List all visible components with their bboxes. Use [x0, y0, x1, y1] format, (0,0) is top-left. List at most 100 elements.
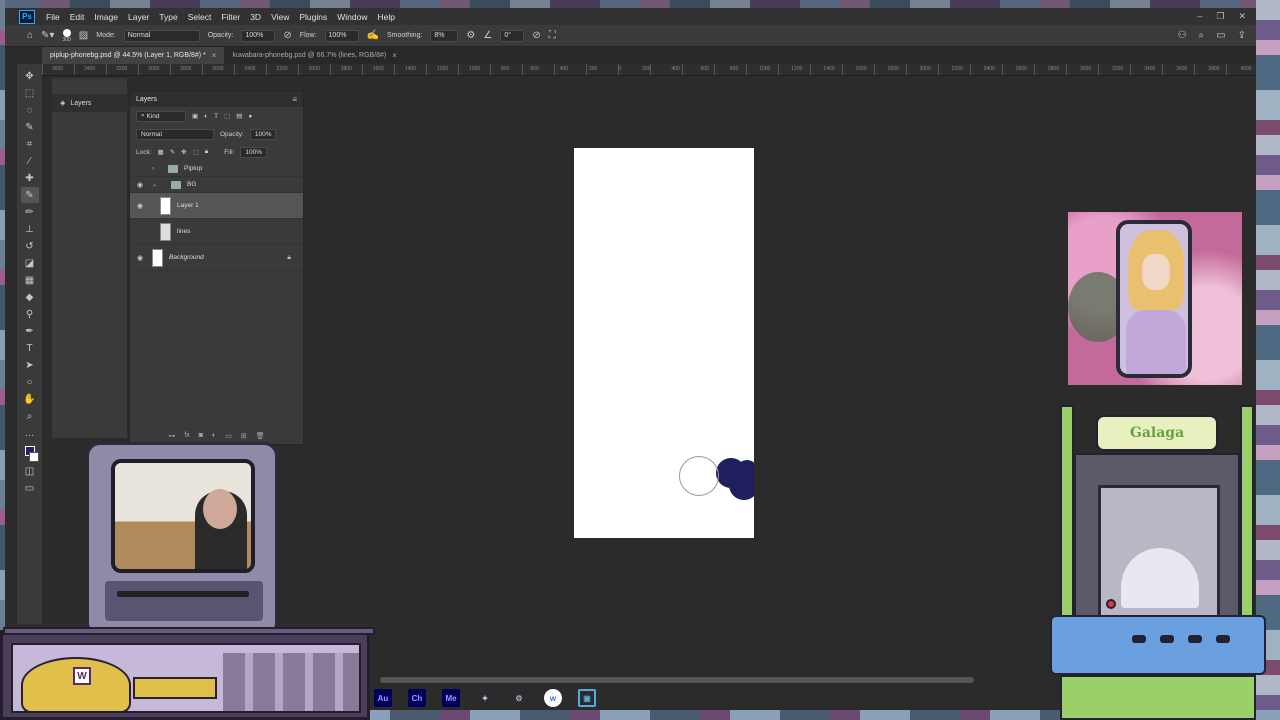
close-icon[interactable]: ×	[392, 51, 397, 60]
angle-field[interactable]: 0°	[500, 29, 525, 42]
chevron-down-icon[interactable]: ⌄	[152, 181, 157, 188]
share-icon[interactable]: ⇪	[1238, 30, 1246, 41]
new-group-icon[interactable]: ▭	[225, 432, 232, 440]
discord-icon[interactable]: ✦	[476, 689, 494, 707]
lock-all-icon[interactable]: 🔒︎	[205, 148, 208, 156]
browser-icon[interactable]: w	[544, 689, 562, 707]
menu-filter[interactable]: Filter	[216, 12, 245, 22]
type-tool-icon[interactable]: T	[21, 340, 39, 356]
history-brush-icon[interactable]: ↺	[21, 238, 39, 254]
learn-icon[interactable]: ⚇	[1178, 30, 1187, 41]
clone-stamp-icon[interactable]: ⊥	[21, 221, 39, 237]
layer-group-bg[interactable]: ◉ ⌄ BG	[130, 177, 303, 193]
menu-image[interactable]: Image	[89, 12, 123, 22]
lasso-tool-icon[interactable]: ◌	[21, 102, 39, 118]
eyedropper-tool-icon[interactable]: ⁄	[21, 153, 39, 169]
lock-transparency-icon[interactable]: ▦	[158, 148, 164, 156]
layers-panel-title[interactable]: Layers	[136, 96, 157, 103]
fill-field[interactable]: 100%	[240, 146, 267, 158]
search-icon[interactable]: ⌕	[1199, 30, 1205, 41]
filter-type-icon[interactable]: T	[214, 113, 218, 120]
brush-tool-icon[interactable]: ✎▾	[41, 30, 54, 41]
menu-view[interactable]: View	[266, 12, 294, 22]
brush-tool-icon[interactable]: ✎	[20, 187, 39, 203]
character-animator-icon[interactable]: Ch	[408, 689, 426, 707]
tab-kuwabara[interactable]: kuwabara-phonebg.psd @ 66.7% (lines, RGB…	[224, 47, 404, 64]
symmetry-icon[interactable]: ⛶	[549, 30, 556, 41]
menu-3d[interactable]: 3D	[245, 12, 266, 22]
link-layers-icon[interactable]: ⊶	[168, 432, 175, 440]
filter-smart-icon[interactable]: ▤	[236, 112, 242, 120]
menu-window[interactable]: Window	[332, 12, 372, 22]
dock-layers-tab[interactable]: ◈ Layers	[52, 94, 127, 112]
visibility-icon[interactable]: ◉	[134, 254, 146, 262]
steam-icon[interactable]: ⚙	[510, 689, 528, 707]
tab-piplup[interactable]: piplup-phonebg.psd @ 44.5% (Layer 1, RGB…	[42, 47, 225, 64]
ellipse-tool-icon[interactable]: ○	[21, 374, 39, 390]
brush-settings-icon[interactable]: ▨	[79, 30, 88, 41]
blur-tool-icon[interactable]: ◆	[21, 289, 39, 305]
layer-group-piplup[interactable]: ◉ › Piplup	[130, 161, 303, 177]
visibility-icon[interactable]: ◉	[134, 165, 146, 173]
screen-mode-icon[interactable]: ▭	[21, 480, 39, 496]
close-icon[interactable]: ×	[212, 51, 217, 60]
path-select-icon[interactable]: ➤	[21, 357, 39, 373]
crop-tool-icon[interactable]: ⌗	[21, 136, 39, 152]
pressure-size-icon[interactable]: ⊘	[532, 30, 540, 41]
chevron-right-icon[interactable]: ›	[152, 166, 154, 172]
zoom-tool-icon[interactable]: ⌕	[21, 408, 39, 424]
workspace-icon[interactable]: ▭	[1216, 30, 1225, 41]
trash-icon[interactable]: 🗑︎	[256, 432, 265, 440]
filter-pixel-icon[interactable]: ▣	[192, 112, 198, 120]
mode-select[interactable]: Normal	[123, 29, 200, 42]
blend-mode-select[interactable]: Normal	[136, 128, 214, 140]
menu-edit[interactable]: Edit	[65, 12, 90, 22]
minimize-icon[interactable]: –	[1197, 11, 1202, 22]
media-encoder-icon[interactable]: Me	[442, 689, 460, 707]
move-tool-icon[interactable]: ✥	[21, 68, 39, 84]
gradient-tool-icon[interactable]: ▦	[21, 272, 39, 288]
layer-lines[interactable]: ◉ lines	[130, 219, 303, 245]
obs-icon[interactable]: ▣	[578, 689, 596, 707]
eraser-tool-icon[interactable]: ◪	[21, 255, 39, 271]
menu-type[interactable]: Type	[154, 12, 182, 22]
pressure-opacity-icon[interactable]: ⊘	[283, 30, 291, 41]
healing-brush-icon[interactable]: ✚	[21, 170, 39, 186]
quick-mask-icon[interactable]: ◫	[21, 463, 39, 479]
menu-select[interactable]: Select	[183, 12, 217, 22]
lock-position-icon[interactable]: ✥	[181, 148, 186, 156]
brush-preset-picker[interactable]: 300	[62, 28, 71, 43]
layer-background[interactable]: ◉ Background 🔒︎	[130, 245, 303, 271]
close-icon[interactable]: ✕	[1238, 11, 1246, 22]
panel-menu-icon[interactable]: ≡	[292, 95, 297, 104]
filter-adjust-icon[interactable]: ◐	[204, 113, 208, 120]
quick-select-tool-icon[interactable]: ✎	[21, 119, 39, 135]
gear-icon[interactable]: ⚙	[466, 30, 475, 41]
new-layer-icon[interactable]: ⊞	[241, 432, 247, 440]
dodge-tool-icon[interactable]: ⚲	[21, 306, 39, 322]
opacity-field[interactable]: 100%	[241, 29, 276, 42]
background-color-swatch[interactable]	[28, 452, 39, 462]
airbrush-icon[interactable]: ✍	[367, 30, 379, 41]
horizontal-scrollbar[interactable]	[380, 677, 974, 683]
menu-help[interactable]: Help	[372, 12, 399, 22]
layer-layer1[interactable]: ◉ Layer 1	[130, 193, 303, 219]
hand-tool-icon[interactable]: ✋	[21, 391, 39, 407]
filter-toggle-icon[interactable]: ●	[248, 113, 252, 120]
layer-opacity-field[interactable]: 100%	[249, 128, 277, 140]
filter-kind-select[interactable]: ⌕ Kind	[136, 110, 186, 122]
fx-icon[interactable]: fx	[184, 432, 189, 440]
visibility-icon[interactable]: ◉	[134, 181, 146, 189]
visibility-icon[interactable]: ◉	[134, 228, 146, 236]
smoothing-field[interactable]: 8%	[430, 29, 459, 42]
lock-pixels-icon[interactable]: ✎	[170, 148, 175, 156]
visibility-icon[interactable]: ◉	[134, 202, 146, 210]
menu-file[interactable]: File	[41, 12, 65, 22]
home-icon[interactable]: ⌂	[27, 30, 33, 41]
more-tools-icon[interactable]: …	[21, 425, 39, 441]
lock-artboard-icon[interactable]: ⬚	[193, 148, 199, 156]
flow-field[interactable]: 100%	[324, 29, 359, 42]
audition-app-icon[interactable]: Au	[374, 689, 392, 707]
menu-plugins[interactable]: Plugins	[294, 12, 332, 22]
add-mask-icon[interactable]: ◙	[199, 432, 203, 440]
